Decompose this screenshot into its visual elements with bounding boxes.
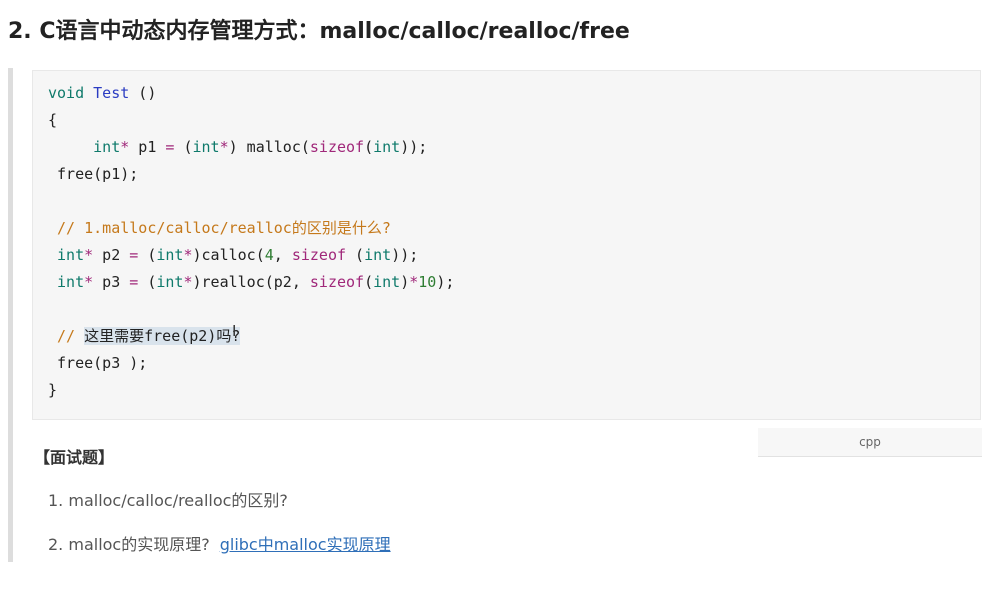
code-token: //	[48, 327, 85, 345]
code-block[interactable]: void Test (){ int* p1 = (int*) malloc(si…	[32, 70, 981, 420]
code-token: p3	[93, 273, 130, 291]
code-line: int* p3 = (int*)realloc(p2, sizeof(int)*…	[48, 269, 454, 296]
code-token: *	[120, 138, 130, 156]
code-token: Test	[93, 84, 130, 102]
code-token: 4	[264, 246, 274, 264]
code-token: =	[129, 246, 139, 264]
code-token: sizeof	[291, 246, 347, 264]
code-token: ));	[400, 138, 428, 156]
malloc-reference-link[interactable]: glibc中malloc实现原理	[220, 535, 391, 554]
code-token: free(p3 );	[48, 354, 148, 372]
code-token: ,	[273, 246, 292, 264]
code-token: int	[156, 273, 184, 291]
interview-title: 【面试题】	[34, 448, 115, 467]
code-token: int	[373, 138, 401, 156]
code-token: )	[400, 273, 410, 291]
code-token: int	[93, 138, 121, 156]
code-token: int	[192, 138, 220, 156]
code-token: =	[129, 273, 139, 291]
blockquote-bar	[8, 68, 13, 562]
code-token: p1	[129, 138, 166, 156]
code-token: *	[183, 246, 193, 264]
code-token: {	[48, 111, 58, 129]
code-token: ));	[391, 246, 419, 264]
list-item: 2. malloc的实现原理? glibc中malloc实现原理	[48, 534, 391, 556]
code-line: }	[48, 377, 454, 404]
list-item: 1. malloc/calloc/realloc的区别?	[48, 490, 391, 512]
code-lines: void Test (){ int* p1 = (int*) malloc(si…	[48, 80, 454, 404]
code-token: int	[156, 246, 184, 264]
code-token: )calloc(	[192, 246, 265, 264]
code-line: // 1.malloc/calloc/realloc的区别是什么?	[48, 215, 454, 242]
text-cursor-icon: Ⅰ	[232, 322, 237, 340]
code-token: 10	[418, 273, 437, 291]
code-token: *	[183, 273, 193, 291]
code-token: *	[84, 273, 94, 291]
code-token: (	[174, 138, 193, 156]
interview-question-list: 1. malloc/calloc/realloc的区别? 2. malloc的实…	[48, 490, 391, 578]
code-token: 这里需要free(p2)吗?	[84, 327, 241, 345]
code-token: )realloc(p2,	[192, 273, 310, 291]
question-text: 1. malloc/calloc/realloc的区别?	[48, 491, 288, 510]
code-token: (	[364, 138, 374, 156]
code-token: free(p1);	[48, 165, 139, 183]
code-token: (	[138, 246, 157, 264]
code-token: *	[219, 138, 229, 156]
code-token: );	[436, 273, 455, 291]
code-token: int	[57, 273, 85, 291]
code-line: int* p1 = (int*) malloc(sizeof(int));	[48, 134, 454, 161]
code-token: (	[364, 273, 374, 291]
section-heading: 2. C语言中动态内存管理方式：malloc/calloc/realloc/fr…	[8, 19, 630, 44]
code-token: int	[57, 246, 85, 264]
code-token: *	[84, 246, 94, 264]
code-token: p2	[93, 246, 130, 264]
code-token: }	[48, 381, 58, 399]
code-token: (	[138, 273, 157, 291]
code-token: ()	[129, 84, 157, 102]
code-line: free(p3 );	[48, 350, 454, 377]
code-token: void	[48, 84, 85, 102]
code-language-label: cpp	[758, 428, 982, 457]
code-line: int* p2 = (int*)calloc(4, sizeof (int));	[48, 242, 454, 269]
code-token: int	[364, 246, 392, 264]
code-token: *	[409, 273, 419, 291]
code-line: // 这里需要free(p2)吗?	[48, 323, 454, 350]
code-line: void Test ()	[48, 80, 454, 107]
code-line: free(p1);	[48, 161, 454, 188]
question-text: 2. malloc的实现原理?	[48, 535, 210, 554]
code-line: {	[48, 107, 454, 134]
code-token: (	[346, 246, 365, 264]
code-token: sizeof	[309, 138, 365, 156]
code-token: // 1.malloc/calloc/realloc的区别是什么?	[48, 219, 391, 237]
code-token: ) malloc(	[228, 138, 310, 156]
code-token: int	[373, 273, 401, 291]
code-token: sizeof	[309, 273, 365, 291]
